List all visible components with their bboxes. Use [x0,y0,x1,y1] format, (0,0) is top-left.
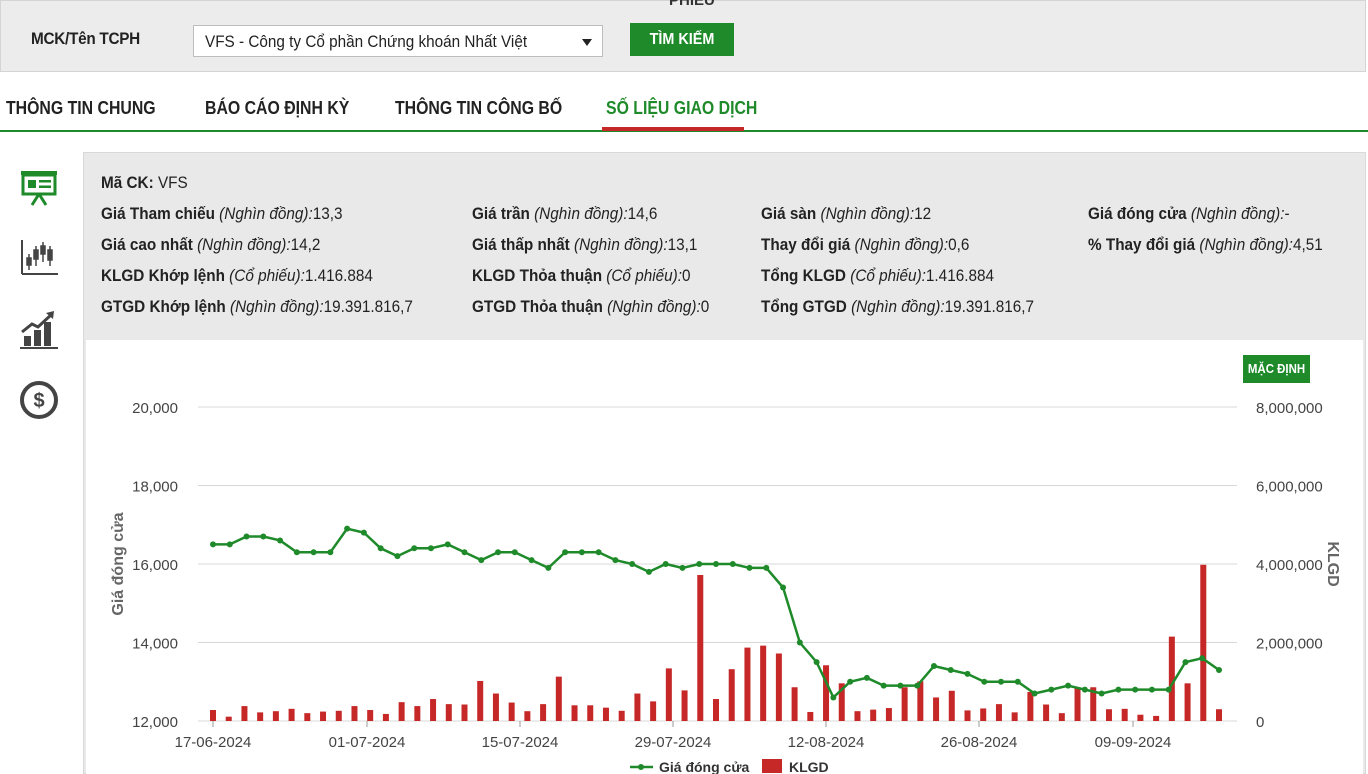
info-field-unit: (Nghìn đồng): [569,235,668,254]
company-select[interactable]: VFS - Công ty Cổ phần Chứng khoán Nhất V… [193,25,603,57]
presentation-board-icon[interactable] [18,166,60,208]
info-field-label: Thay đổi giá [761,235,851,254]
info-field-value: 0 [681,266,691,285]
info-field-value: 1.416.884 [925,266,995,285]
dollar-coin-icon[interactable]: $ [18,379,60,421]
info-field-value: 1.416.884 [304,266,373,285]
info-field-unit: (Nghìn đồng): [225,297,324,316]
svg-text:$: $ [33,390,44,412]
candlestick-chart-icon[interactable] [18,236,60,278]
info-field-label: Giá đóng cửa [1088,204,1187,223]
info-field-value: 13,1 [667,235,698,254]
info-field-label: Tổng GTGD [761,297,847,316]
info-field-label: Giá cao nhất [101,235,193,254]
info-field-unit: (Nghìn đồng): [192,235,291,254]
info-field-label: Tổng KLGD [761,266,846,285]
search-bar: PHIẾU MCK/Tên TCPH VFS - Công ty Cổ phần… [0,0,1366,72]
info-field: Giá đóng cửa (Nghìn đồng):- [1088,204,1290,224]
info-field-label: Giá trần [472,204,530,223]
info-field: KLGD Thỏa thuận (Cổ phiếu):0 [472,266,691,286]
info-field-value: 14,2 [290,235,321,254]
tab-periodic-reports[interactable]: BÁO CÁO ĐỊNH KỲ [205,98,349,119]
chart-container [86,340,1363,774]
info-field: % Thay đổi giá (Nghìn đồng):4,51 [1088,235,1323,255]
info-field-value: 19.391.816,7 [944,297,1034,316]
info-field-value: 13,3 [312,204,343,223]
info-field-unit: (Nghìn đồng): [602,297,701,316]
tab-bar: THÔNG TIN CHUNG BÁO CÁO ĐỊNH KỲ THÔNG TI… [0,88,1368,132]
info-field: Giá sàn (Nghìn đồng):12 [761,204,931,224]
tab-trading-data[interactable]: SỐ LIỆU GIAO DỊCH [606,98,757,119]
info-field-label: Giá thấp nhất [472,235,570,254]
info-field: Thay đổi giá (Nghìn đồng):0,6 [761,235,969,255]
info-field: GTGD Khớp lệnh (Nghìn đồng):19.391.816,7 [101,297,413,317]
info-field: Tổng KLGD (Cổ phiếu):1.416.884 [761,266,994,286]
default-view-button[interactable]: MẶC ĐỊNH [1243,355,1310,383]
info-field-label: KLGD Khớp lệnh [101,266,225,285]
info-field: Giá cao nhất (Nghìn đồng):14,2 [101,235,320,255]
info-field-unit: (Nghìn đồng): [1195,235,1293,254]
info-field-unit: (Cổ phiếu): [602,266,682,285]
page-title-fragment: PHIẾU [669,0,715,9]
active-tab-indicator [602,127,744,131]
info-field-value: - [1284,204,1290,223]
info-field-unit: (Nghìn đồng): [214,204,313,223]
search-label: MCK/Tên TCPH [31,29,140,48]
growth-bar-chart-icon[interactable] [18,308,60,350]
company-select-value: VFS - Công ty Cổ phần Chứng khoán Nhất V… [205,32,528,51]
info-field-label: Giá sàn [761,204,817,223]
info-field-unit: (Cổ phiếu): [224,266,305,285]
tab-disclosures[interactable]: THÔNG TIN CÔNG BỐ [395,98,562,119]
stock-code: Mã CK: VFS [101,173,188,192]
info-field-unit: (Nghìn đồng): [846,297,945,316]
info-field-unit: (Nghìn đồng): [816,204,915,223]
info-field-value: 12 [914,204,932,223]
info-field: Tổng GTGD (Nghìn đồng):19.391.816,7 [761,297,1034,317]
info-field-unit: (Cổ phiếu): [845,266,926,285]
info-field: Giá Tham chiếu (Nghìn đồng):13,3 [101,204,343,224]
search-button[interactable]: TÌM KIẾM [630,23,734,56]
info-field-value: 19.391.816,7 [323,297,413,316]
info-field-value: 0,6 [948,235,970,254]
info-field: Giá thấp nhất (Nghìn đồng):13,1 [472,235,697,255]
info-field-label: KLGD Thỏa thuận [472,266,603,285]
info-field: Giá trần (Nghìn đồng):14,6 [472,204,657,224]
info-field-value: 0 [700,297,710,316]
info-field-label: GTGD Khớp lệnh [101,297,226,316]
info-field-unit: (Nghìn đồng): [850,235,949,254]
info-field-unit: (Nghìn đồng): [529,204,628,223]
info-field-label: GTGD Thỏa thuận [472,297,603,316]
info-field: GTGD Thỏa thuận (Nghìn đồng):0 [472,297,709,317]
info-field-unit: (Nghìn đồng): [1186,204,1285,223]
info-field-label: % Thay đổi giá [1088,235,1196,254]
info-field-value: 14,6 [627,204,658,223]
info-field-label: Giá Tham chiếu [101,204,215,223]
chevron-down-icon[interactable] [582,39,592,46]
info-field-value: 4,51 [1292,235,1323,254]
tab-general-info[interactable]: THÔNG TIN CHUNG [6,98,156,119]
info-field: KLGD Khớp lệnh (Cổ phiếu):1.416.884 [101,266,373,286]
